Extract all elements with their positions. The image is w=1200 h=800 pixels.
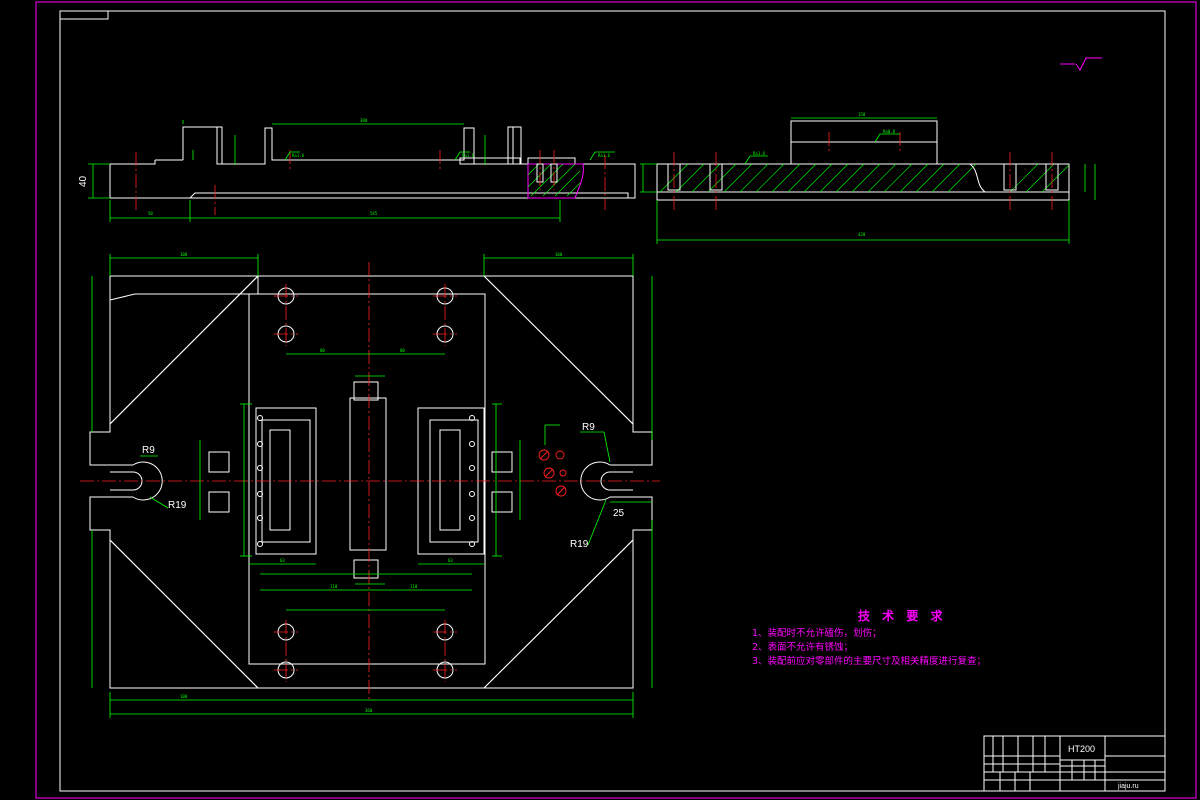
tech-req-item-2: 2、表面不允许有锈蚀；: [752, 641, 853, 653]
svg-text:Ra1.6: Ra1.6: [292, 153, 305, 158]
side-view-left: 380 545 50 Ra1.6 Ra1.6 Ra1.6 40: [78, 118, 636, 222]
svg-text:Ra0.8: Ra0.8: [883, 129, 896, 134]
tech-req-item-1: 1、装配时不允许磕伤，划伤；: [752, 627, 882, 639]
svg-text:80: 80: [320, 348, 325, 353]
svg-text:80: 80: [400, 348, 405, 353]
svg-text:380: 380: [360, 118, 368, 123]
svg-text:110: 110: [330, 584, 338, 589]
svg-text:420: 420: [858, 232, 866, 237]
svg-text:100: 100: [180, 694, 188, 699]
roughness-note: [1060, 57, 1102, 71]
title-block-material: HT200: [1068, 744, 1095, 754]
svg-text:110: 110: [410, 584, 418, 589]
svg-text:Ra1.6: Ra1.6: [462, 153, 475, 158]
svg-text:63: 63: [448, 558, 453, 563]
tech-req-title: 技 术 要 求: [858, 608, 947, 623]
svg-text:50: 50: [148, 211, 153, 216]
radius-label-r19-left: R19: [168, 500, 187, 511]
outer-border: [35, 1, 1197, 799]
radius-label-r19-right: R19: [570, 539, 589, 550]
plan-view: 100 100 360 100 80 80 110 110 63 63 R9 R…: [80, 252, 660, 718]
svg-text:Ra1.6: Ra1.6: [753, 151, 766, 156]
svg-text:100: 100: [180, 252, 188, 257]
side-height-dim: 40: [78, 175, 89, 187]
svg-text:360: 360: [365, 708, 373, 713]
technical-requirements: 技 术 要 求 1、装配时不允许磕伤，划伤； 2、表面不允许有锈蚀； 3、装配前…: [752, 608, 986, 667]
radius-label-r9-left: R9: [142, 445, 155, 456]
radius-label-r9-right: R9: [582, 422, 595, 433]
corner-stamp-box: [59, 10, 109, 20]
title-block-name: jiaju.ru: [1117, 783, 1139, 790]
title-block: HT200 jiaju.ru: [983, 735, 1166, 792]
inner-frame: [59, 10, 1166, 792]
svg-text:545: 545: [370, 211, 378, 216]
svg-text:63: 63: [280, 558, 285, 563]
tech-req-item-3: 3、装配前应对零部件的主要尺寸及相关精度进行复查；: [752, 655, 986, 667]
svg-text:150: 150: [858, 112, 866, 117]
side-view-right: 420 150 Ra1.6 Ra0.8: [640, 112, 1096, 244]
dimension-25: 25: [613, 508, 625, 519]
cad-drawing: 380 545 50 Ra1.6 Ra1.6 Ra1.6 40 420 150 …: [35, 1, 1197, 799]
svg-text:Ra1.6: Ra1.6: [598, 153, 611, 158]
svg-text:100: 100: [555, 252, 563, 257]
